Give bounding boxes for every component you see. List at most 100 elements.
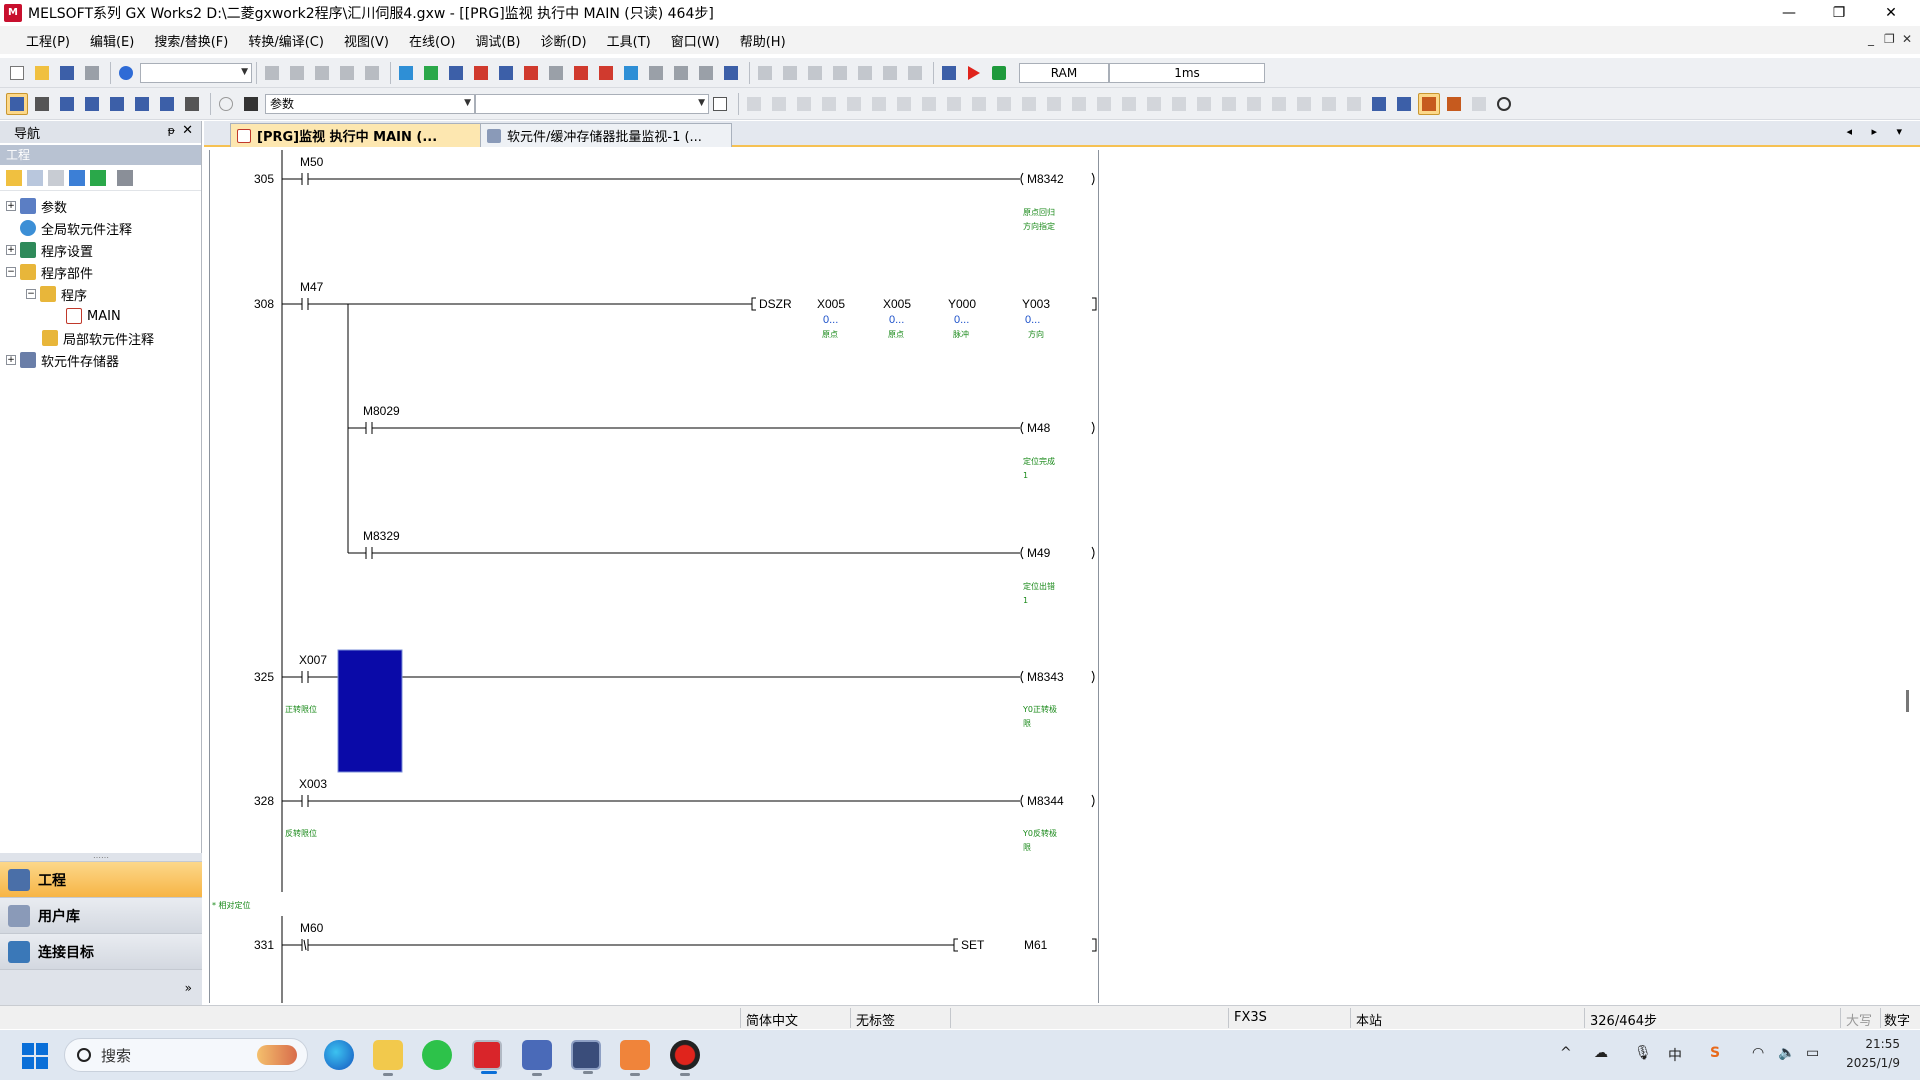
device-display-icon[interactable] (1318, 93, 1340, 115)
menu-diagnostics[interactable]: 诊断(D) (530, 31, 596, 50)
filter-icon[interactable] (117, 169, 133, 186)
device-list-icon[interactable] (106, 93, 128, 115)
redo-icon[interactable] (361, 62, 383, 84)
tree-item-global-comment[interactable]: 全局软元件注释 (0, 217, 201, 239)
coil-icon[interactable] (843, 93, 865, 115)
edit-insert-icon[interactable] (879, 62, 901, 84)
stop-monitor-icon[interactable] (938, 62, 960, 84)
close-contact-icon[interactable] (793, 93, 815, 115)
file-explorer-icon[interactable] (373, 1040, 403, 1076)
ladder-zoom-icon[interactable] (1343, 93, 1365, 115)
tree-item-program[interactable]: − 程序 (0, 283, 201, 305)
microphone-icon[interactable]: 🎙 (1634, 1045, 1652, 1061)
parallel-close-contact-icon[interactable] (818, 93, 840, 115)
close-icon[interactable]: ✕ (182, 123, 193, 138)
open-document-icon[interactable] (709, 93, 731, 115)
horizontal-line-icon[interactable] (893, 93, 915, 115)
open-contact-icon[interactable] (743, 93, 765, 115)
menu-find-replace[interactable]: 搜索/替换(F) (144, 31, 238, 50)
smart-search-icon[interactable] (156, 93, 178, 115)
app-icon[interactable] (522, 1040, 552, 1076)
help-circle-icon[interactable] (215, 93, 237, 115)
warning-icon[interactable] (988, 62, 1010, 84)
tab-connection-destination[interactable]: 连接目标 (0, 933, 202, 969)
operation-result-icon[interactable] (1168, 93, 1190, 115)
ladder-editor[interactable]: 305 308 325 328 331 M50 M47 M8029 M8329 … (209, 150, 1099, 1003)
tab-project[interactable]: 工程 (0, 861, 202, 897)
splitter-grip[interactable]: …… (0, 852, 202, 861)
tree-item-parameter[interactable]: + 参数 (0, 195, 201, 217)
plc-write-icon[interactable] (470, 62, 492, 84)
sogou-icon[interactable]: S (1710, 1045, 1720, 1061)
tree-item-local-comment[interactable]: 局部软元件注释 (0, 327, 201, 349)
output-window-icon[interactable] (56, 93, 78, 115)
mdi-close-button[interactable]: ✕ (1902, 32, 1912, 46)
tree-item-device-memory[interactable]: + 软元件存储器 (0, 349, 201, 371)
delete-vertical-line-icon[interactable] (968, 93, 990, 115)
simulation-icon[interactable] (670, 62, 692, 84)
menu-edit[interactable]: 编辑(E) (80, 31, 144, 50)
element-selection-icon[interactable] (31, 93, 53, 115)
display-format-icon[interactable] (1468, 93, 1490, 115)
monitor-active-icon[interactable] (1418, 92, 1440, 115)
line-delete-icon[interactable] (1218, 93, 1240, 115)
edit-coil-icon[interactable] (779, 62, 801, 84)
expand-icon[interactable]: + (6, 355, 16, 365)
navigation-toggle-icon[interactable] (6, 92, 28, 115)
mdi-minimize-button[interactable]: _ (1868, 32, 1874, 46)
falling-pulse-icon[interactable] (1018, 93, 1040, 115)
plc-read-icon[interactable] (495, 62, 517, 84)
paste-icon[interactable] (311, 62, 333, 84)
tree-item-main[interactable]: MAIN (0, 305, 201, 327)
run-icon[interactable] (963, 62, 985, 84)
record-icon[interactable] (670, 1040, 700, 1076)
edge-browser-icon[interactable] (324, 1040, 354, 1070)
volume-icon[interactable]: 🔈 (1778, 1045, 1795, 1061)
binoculars-icon[interactable] (240, 93, 262, 115)
monitor-all-icon[interactable] (620, 62, 642, 84)
save-icon[interactable] (56, 62, 78, 84)
pin-icon[interactable]: ᵽ (168, 124, 175, 137)
edit-contact-icon[interactable] (754, 62, 776, 84)
battery-icon[interactable]: ▭ (1806, 1045, 1819, 1061)
menu-online[interactable]: 在线(O) (399, 31, 465, 50)
rising-pulse-icon[interactable] (993, 93, 1015, 115)
vertical-scrollbar-thumb[interactable] (1906, 690, 1909, 712)
copy-icon[interactable] (286, 62, 308, 84)
menu-debug[interactable]: 调试(B) (465, 31, 530, 50)
menu-compile[interactable]: 转换/编译(C) (238, 31, 334, 50)
current-value-change-icon[interactable] (1443, 93, 1465, 115)
vertical-line-icon[interactable] (918, 93, 940, 115)
batch-monitor-icon[interactable] (695, 62, 717, 84)
application-instruction-icon[interactable] (868, 93, 890, 115)
monitor-stop-icon[interactable] (595, 62, 617, 84)
tab-scroll-arrows[interactable]: ◂ ▸ ▾ (1846, 125, 1910, 138)
help-icon[interactable] (115, 62, 137, 84)
monitor-start-icon[interactable] (570, 62, 592, 84)
restore-button[interactable]: ❐ (1816, 0, 1862, 26)
expand-icon[interactable]: + (6, 245, 16, 255)
wifi-icon[interactable]: ◠ (1752, 1045, 1764, 1061)
plc-verify-icon[interactable] (520, 62, 542, 84)
cross-reference-icon[interactable] (81, 93, 103, 115)
collapse-icon[interactable]: − (26, 289, 36, 299)
copy-data-icon[interactable] (27, 169, 43, 186)
watch-icon[interactable] (720, 62, 742, 84)
tab-device-batch-monitor[interactable]: 软元件/缓冲存储器批量监视-1 (... (480, 123, 732, 147)
menu-view[interactable]: 视图(V) (334, 31, 399, 50)
invert-icon[interactable] (1093, 93, 1115, 115)
taskbar-search-box[interactable]: 搜索 (64, 1038, 308, 1072)
close-button[interactable]: ✕ (1868, 0, 1914, 26)
property-icon[interactable] (69, 169, 85, 186)
watch-window-icon[interactable] (131, 93, 153, 115)
menu-tool[interactable]: 工具(T) (597, 31, 661, 50)
tree-item-program-setting[interactable]: + 程序设置 (0, 239, 201, 261)
input-method-icon[interactable]: 中 (1668, 1045, 1682, 1065)
line-write-icon[interactable] (1193, 93, 1215, 115)
edit-line-icon[interactable] (829, 62, 851, 84)
device-test-icon[interactable] (645, 62, 667, 84)
app-window-icon[interactable] (571, 1040, 601, 1074)
delete-horizontal-line-icon[interactable] (943, 93, 965, 115)
collapse-icon[interactable]: − (6, 267, 16, 277)
monitor-mode-icon[interactable] (1393, 93, 1415, 115)
